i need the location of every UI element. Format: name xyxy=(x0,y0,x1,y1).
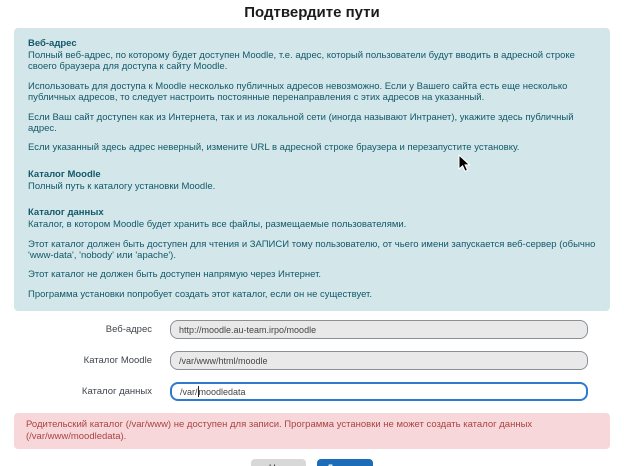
help-paragraph: Каталог, в котором Moodle будет хранить … xyxy=(28,219,596,230)
help-paragraph: Полный веб-адрес, по которому будет дост… xyxy=(28,50,596,73)
page-title: Подтвердите пути xyxy=(0,4,624,21)
error-message: Родительский каталог (/var/www) не досту… xyxy=(26,419,532,442)
web-address-input[interactable] xyxy=(170,320,588,339)
data-directory-label: Каталог данных xyxy=(0,386,152,397)
help-heading-data-directory: Каталог данных xyxy=(28,207,596,218)
web-address-label: Веб-адрес xyxy=(0,324,152,335)
input-text-before-caret: /var/ xyxy=(180,387,198,397)
help-paragraph: Использовать для доступа к Moodle нескол… xyxy=(28,81,596,104)
form-row-data-directory: Каталог данных /var/moodledata xyxy=(0,382,624,401)
moodle-directory-input[interactable] xyxy=(170,351,588,370)
form-row-moodle-directory: Каталог Moodle xyxy=(0,351,624,370)
paths-help-panel: Веб-адрес Полный веб-адрес, по которому … xyxy=(14,28,610,311)
help-heading-moodle-directory: Каталог Moodle xyxy=(28,169,596,180)
help-section-data-directory: Каталог данных Каталог, в котором Moodle… xyxy=(28,207,596,300)
paths-form: Веб-адрес Каталог Moodle Каталог данных … xyxy=(0,320,624,401)
help-heading-web-address: Веб-адрес xyxy=(28,38,596,49)
help-paragraph: Если Ваш сайт доступен как из Интернета,… xyxy=(28,112,596,135)
help-paragraph: Полный путь к каталогу установки Moodle. xyxy=(28,181,596,192)
data-directory-input[interactable]: /var/moodledata xyxy=(170,382,588,401)
navigation-buttons: « Назад Далее » xyxy=(0,458,624,466)
help-paragraph: Если указанный здесь адрес неверный, изм… xyxy=(28,142,596,153)
help-paragraph: Этот каталог должен быть доступен для чт… xyxy=(28,239,596,262)
moodle-directory-label: Каталог Moodle xyxy=(0,355,152,366)
form-row-web-address: Веб-адрес xyxy=(0,320,624,339)
help-section-web-address: Веб-адрес Полный веб-адрес, по которому … xyxy=(28,38,596,154)
install-confirm-paths-page: Подтвердите пути Веб-адрес Полный веб-ад… xyxy=(0,4,624,466)
help-paragraph: Этот каталог не должен быть доступен нап… xyxy=(28,269,596,280)
input-text-after-caret: moodledata xyxy=(199,387,246,397)
error-alert: Родительский каталог (/var/www) не досту… xyxy=(14,413,610,449)
help-paragraph: Программа установки попробует создать эт… xyxy=(28,289,596,300)
next-button[interactable]: Далее » xyxy=(317,459,373,466)
back-button[interactable]: « Назад xyxy=(251,459,306,466)
help-section-moodle-directory: Каталог Moodle Полный путь к каталогу ус… xyxy=(28,169,596,192)
